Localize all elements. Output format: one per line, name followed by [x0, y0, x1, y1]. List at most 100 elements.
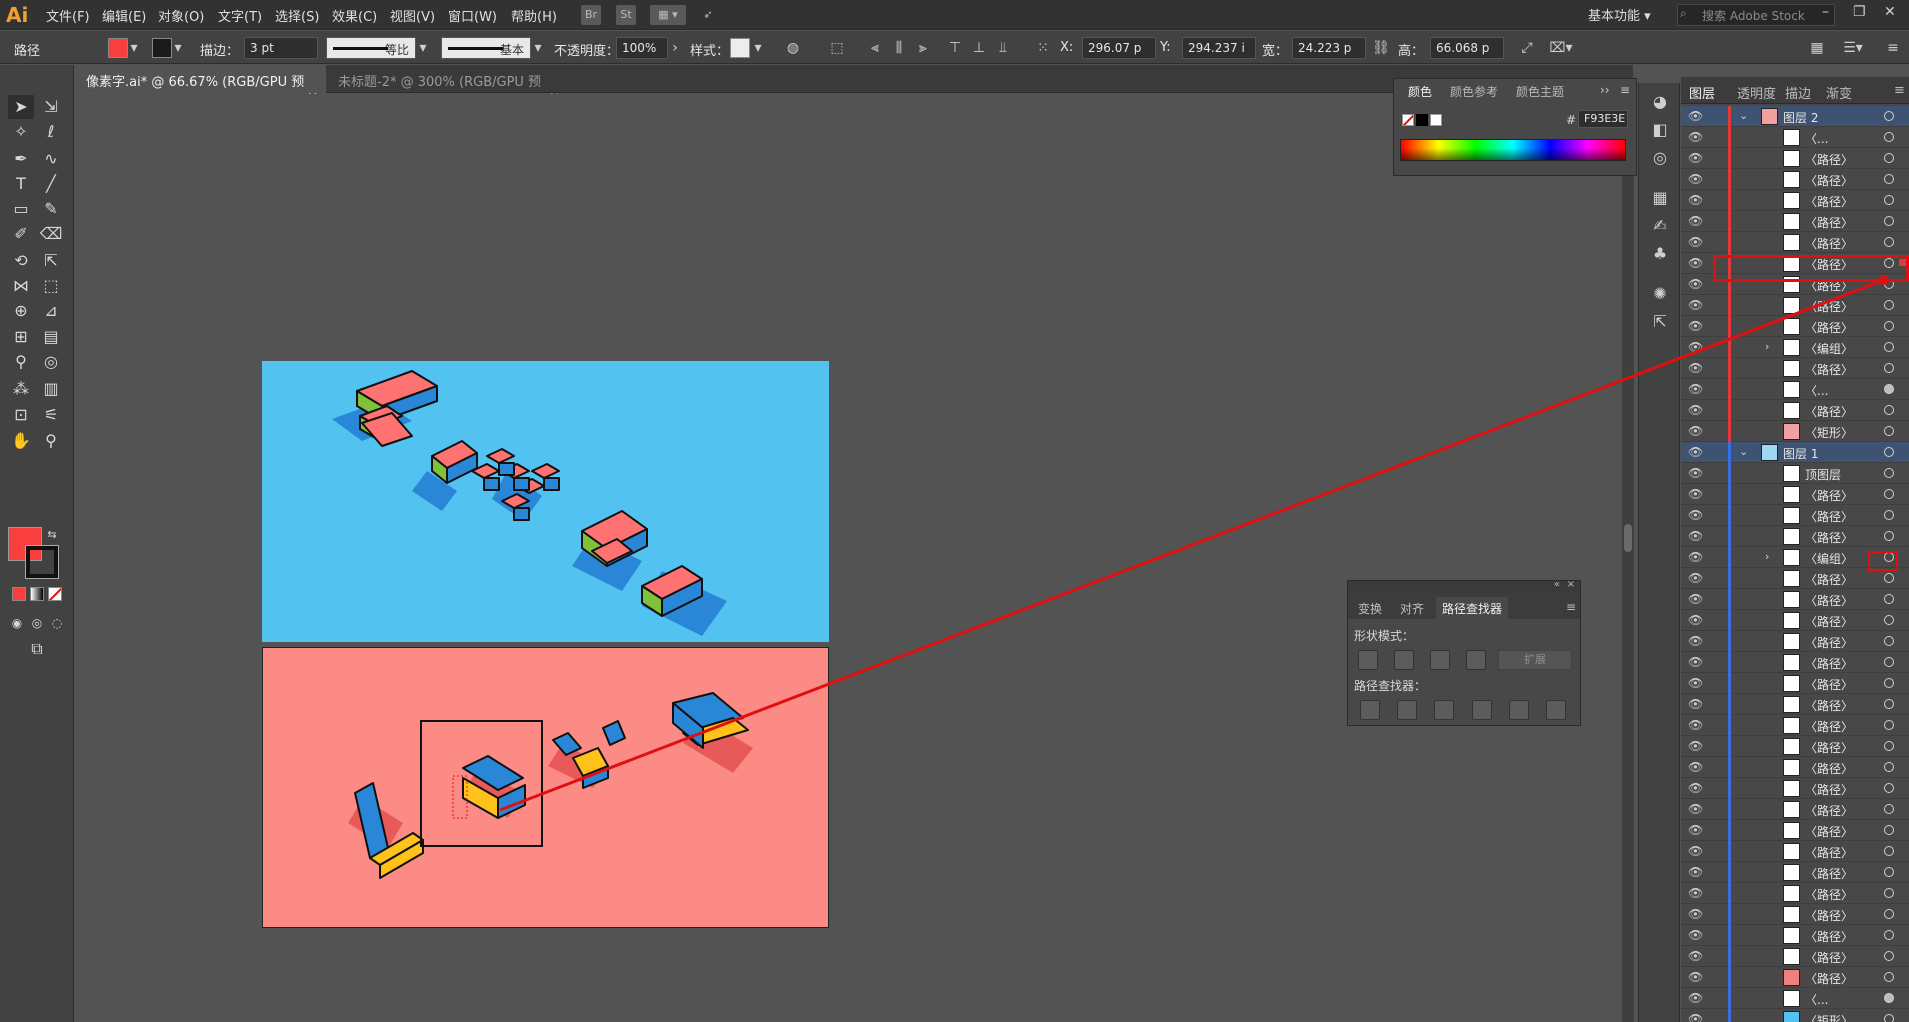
target-circle-icon[interactable]: [1884, 342, 1894, 352]
chevron-down-icon[interactable]: ▾: [417, 37, 429, 59]
target-circle-icon[interactable]: [1884, 825, 1894, 835]
target-circle-icon[interactable]: [1884, 594, 1894, 604]
sublayer-row[interactable]: 👁 〈路径〉: [1681, 169, 1909, 190]
slice-tool-icon[interactable]: ⚟: [38, 403, 64, 427]
target-circle-icon[interactable]: [1884, 111, 1894, 121]
visibility-eye-icon[interactable]: 👁: [1688, 928, 1703, 942]
layer-row[interactable]: 👁 ⌄ 图层 1: [1681, 442, 1909, 463]
align-bottom-icon[interactable]: ⫫: [992, 37, 1014, 59]
artboard-pixel[interactable]: [262, 361, 829, 642]
line-tool-icon[interactable]: ╱: [38, 172, 64, 196]
gradient-tool-icon[interactable]: ▤: [38, 325, 64, 349]
sublayer-row[interactable]: 👁 〈路径〉: [1681, 673, 1909, 694]
chevron-right-icon[interactable]: ›: [668, 37, 682, 59]
shape-builder-tool-icon[interactable]: ⊕: [8, 299, 34, 323]
color-panel-icon[interactable]: ◕: [1649, 91, 1671, 113]
sublayer-row[interactable]: 👁 〈...: [1681, 379, 1909, 400]
target-circle-icon[interactable]: [1884, 678, 1894, 688]
stroke-profile-select[interactable]: 等比: [326, 37, 416, 59]
visibility-eye-icon[interactable]: 👁: [1688, 193, 1703, 207]
divide-button[interactable]: [1360, 700, 1380, 720]
sublayer-row[interactable]: 👁 〈路径〉: [1681, 736, 1909, 757]
width-field[interactable]: 24.223 p: [1292, 37, 1366, 59]
menu-window[interactable]: 窗口(W): [448, 6, 497, 25]
sublayer-row[interactable]: 👁 〈路径〉: [1681, 631, 1909, 652]
align-center-icon[interactable]: ⫼: [888, 37, 910, 59]
visibility-eye-icon[interactable]: 👁: [1688, 970, 1703, 984]
sublayer-row[interactable]: 👁 〈路径〉: [1681, 820, 1909, 841]
visibility-eye-icon[interactable]: 👁: [1688, 277, 1703, 291]
color-guide-icon[interactable]: ◧: [1649, 119, 1671, 141]
sublayer-row[interactable]: 👁 〈矩形〉: [1681, 421, 1909, 442]
sublayer-row[interactable]: 👁 〈路径〉: [1681, 841, 1909, 862]
visibility-eye-icon[interactable]: 👁: [1688, 886, 1703, 900]
stroke-swatch[interactable]: [25, 545, 59, 579]
paintbrush-tool-icon[interactable]: ✎: [38, 197, 64, 221]
pathfinder-titlebar[interactable]: « ×: [1348, 579, 1580, 593]
visibility-eye-icon[interactable]: 👁: [1688, 529, 1703, 543]
minimize-icon[interactable]: –: [1822, 4, 1829, 20]
scrollbar-thumb[interactable]: [1624, 524, 1632, 552]
target-circle-icon[interactable]: [1884, 174, 1894, 184]
sublayer-row[interactable]: 👁 〈路径〉: [1681, 694, 1909, 715]
visibility-eye-icon[interactable]: 👁: [1688, 718, 1703, 732]
sublayer-row[interactable]: 👁 〈矩形〉: [1681, 1009, 1909, 1022]
gpu-rocket-icon[interactable]: ➶: [698, 5, 718, 25]
tab-pathfinder[interactable]: 路径查找器: [1436, 597, 1509, 619]
sublayer-row[interactable]: 👁 〈路径〉: [1681, 358, 1909, 379]
visibility-eye-icon[interactable]: 👁: [1688, 424, 1703, 438]
target-circle-icon[interactable]: [1884, 363, 1894, 373]
visibility-eye-icon[interactable]: 👁: [1688, 907, 1703, 921]
target-circle-icon[interactable]: [1884, 384, 1894, 394]
sublayer-row[interactable]: 👁 〈路径〉: [1681, 316, 1909, 337]
toolbar-menu-icon[interactable]: ≡: [1882, 37, 1904, 59]
stroke-color-swatch[interactable]: [152, 38, 172, 58]
close-icon[interactable]: ✕: [1884, 4, 1896, 20]
chevron-down-icon[interactable]: ⌄: [1739, 109, 1748, 122]
sublayer-row[interactable]: 👁 〈路径〉: [1681, 148, 1909, 169]
x-field[interactable]: 296.07 p: [1082, 37, 1156, 59]
visibility-eye-icon[interactable]: 👁: [1688, 403, 1703, 417]
panel-menu-icon[interactable]: ☰▾: [1838, 37, 1868, 59]
visibility-eye-icon[interactable]: 👁: [1688, 151, 1703, 165]
target-circle-icon[interactable]: [1884, 573, 1894, 583]
none-swatch-icon[interactable]: [1402, 114, 1414, 126]
layer-row[interactable]: 👁 ⌄ 图层 2: [1681, 106, 1909, 127]
align-right-icon[interactable]: ⫸: [912, 37, 934, 59]
sublayer-row[interactable]: 👁 〈路径〉: [1681, 589, 1909, 610]
scale-tool-icon[interactable]: ⇱: [38, 249, 64, 273]
visibility-eye-icon[interactable]: 👁: [1688, 298, 1703, 312]
target-circle-icon[interactable]: [1884, 531, 1894, 541]
rotate-tool-icon[interactable]: ⟲: [8, 249, 34, 273]
hand-tool-icon[interactable]: ✋: [8, 429, 34, 453]
hex-input[interactable]: F93E3E: [1578, 110, 1628, 128]
direct-selection-tool-icon[interactable]: ⇲: [38, 95, 64, 119]
reference-point-icon[interactable]: ⁙: [1032, 37, 1054, 59]
magic-wand-tool-icon[interactable]: ✧: [8, 120, 34, 144]
visibility-eye-icon[interactable]: 👁: [1688, 802, 1703, 816]
blend-tool-icon[interactable]: ◎: [38, 350, 64, 374]
stock-button[interactable]: St: [616, 5, 636, 25]
white-swatch[interactable]: [1430, 114, 1442, 126]
chevron-down-icon[interactable]: ▾: [172, 37, 184, 59]
perspective-grid-tool-icon[interactable]: ⊿: [38, 299, 64, 323]
visibility-eye-icon[interactable]: 👁: [1688, 235, 1703, 249]
align-left-icon[interactable]: ⫷: [864, 37, 886, 59]
visibility-eye-icon[interactable]: 👁: [1688, 1012, 1703, 1022]
panel-menu-icon[interactable]: ≡: [1560, 597, 1582, 619]
graphic-style-swatch[interactable]: [730, 38, 750, 58]
target-circle-icon[interactable]: [1884, 447, 1894, 457]
menu-effect[interactable]: 效果(C): [332, 6, 377, 25]
exclude-button[interactable]: [1466, 650, 1486, 670]
artboard-tool-icon[interactable]: ⊡: [8, 403, 34, 427]
bridge-button[interactable]: Br: [581, 5, 601, 25]
visibility-eye-icon[interactable]: 👁: [1688, 487, 1703, 501]
sublayer-row[interactable]: 👁 〈路径〉: [1681, 883, 1909, 904]
target-circle-icon[interactable]: [1884, 132, 1894, 142]
chevron-down-icon[interactable]: ▾: [752, 37, 764, 59]
eraser-tool-icon[interactable]: ⌫: [38, 222, 64, 246]
fill-color-swatch[interactable]: [108, 38, 128, 58]
tab-stroke[interactable]: 描边: [1785, 83, 1811, 102]
tab-align[interactable]: 对齐: [1394, 597, 1430, 619]
target-circle-icon[interactable]: [1884, 783, 1894, 793]
